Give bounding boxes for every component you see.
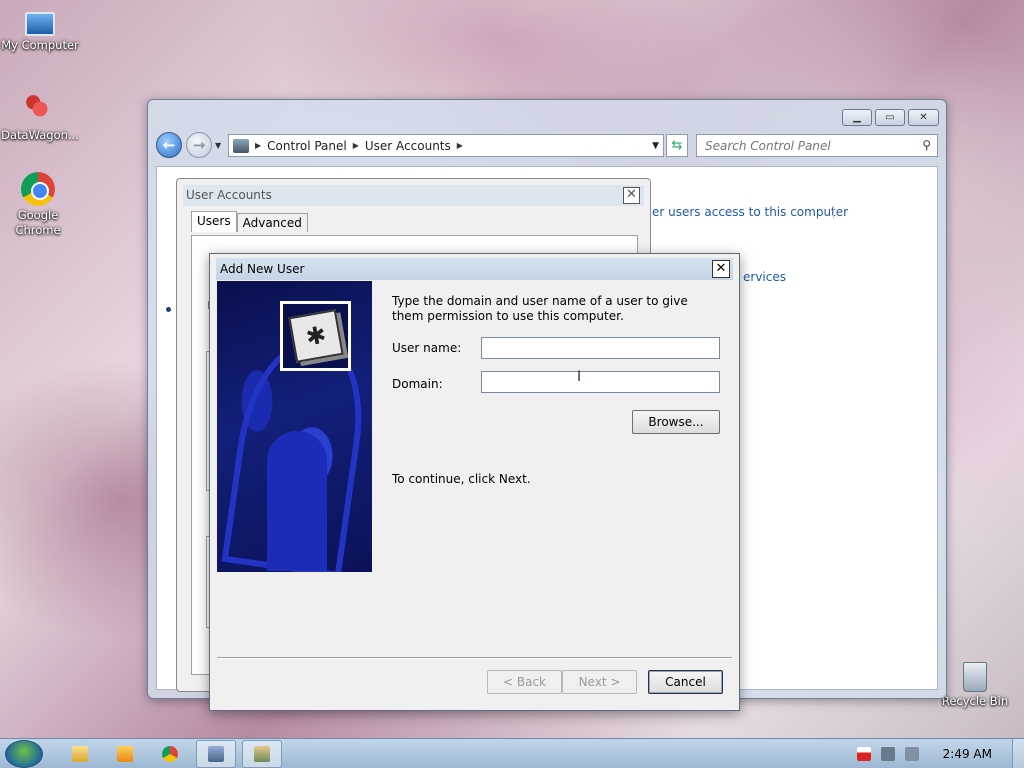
domain-field[interactable] (481, 371, 720, 393)
maximize-button[interactable]: ▭ (875, 109, 905, 126)
window-controls: ▁ ▭ ✕ (842, 109, 939, 126)
cancel-button[interactable]: Cancel (648, 670, 723, 694)
computer-icon (25, 12, 55, 36)
search-box[interactable]: ⚲ (696, 134, 938, 157)
datawagon-icon (23, 92, 57, 126)
wizard-banner: ✱ (217, 281, 372, 572)
media-player-icon (117, 746, 133, 762)
chevron-right-icon[interactable]: ▶ (353, 141, 359, 150)
dialog-titlebar: User Accounts ✕ (183, 185, 644, 206)
control-panel-icon (208, 746, 224, 762)
desktop-icon-datawagon[interactable]: DataWagon... (0, 92, 80, 143)
desktop-icon-google-chrome[interactable]: Google Chrome (0, 172, 78, 238)
user-accounts-icon (254, 746, 270, 762)
taskbar-explorer[interactable] (60, 740, 100, 768)
taskbar-user-accounts[interactable] (242, 740, 282, 768)
tab-bar: Users Advanced (191, 211, 308, 232)
next-button[interactable]: Next > (562, 670, 637, 694)
chrome-icon (162, 746, 178, 762)
browse-button[interactable]: Browse... (632, 410, 720, 434)
explorer-icon (72, 746, 88, 762)
divider (833, 205, 834, 219)
recent-pages-dropdown[interactable]: ▼ (215, 141, 221, 150)
show-desktop-button[interactable] (1012, 739, 1024, 768)
user-key-icon: ✱ (280, 301, 351, 371)
dialog-title: Add New User (220, 262, 305, 276)
domain-label: Domain: (392, 377, 443, 391)
search-icon[interactable]: ⚲ (922, 138, 931, 152)
tab-advanced[interactable]: Advanced (236, 213, 308, 232)
tab-users[interactable]: Users (191, 211, 237, 232)
username-label: User name: (392, 341, 462, 355)
username-field[interactable] (481, 337, 720, 359)
taskbar-chrome[interactable] (150, 740, 190, 768)
desktop-icon-recycle-bin[interactable]: Recycle Bin (935, 662, 1015, 709)
volume-icon[interactable] (904, 747, 919, 761)
dialog-titlebar: Add New User ✕ (216, 258, 733, 280)
desktop-icon-my-computer[interactable]: My Computer (0, 8, 80, 53)
control-panel-icon (233, 138, 249, 153)
continue-text: To continue, click Next. (392, 472, 531, 486)
keyboard-key-icon: ✱ (287, 309, 344, 363)
back-button[interactable]: < Back (487, 670, 562, 694)
navigation-bar: ← → ▼ ▶ Control Panel ▶ User Accounts ▶ … (156, 132, 938, 160)
chevron-right-icon[interactable]: ▶ (457, 141, 463, 150)
desktop-icon-label: Google Chrome (15, 208, 61, 237)
text-cursor-icon: I (577, 369, 582, 385)
bullet-dot (166, 307, 171, 312)
taskbar: 2:49 AM (0, 738, 1024, 768)
minimize-button[interactable]: ▁ (842, 109, 872, 126)
forward-button[interactable]: → (186, 132, 212, 158)
link-give-users-access[interactable]: er users access to this computer (652, 205, 848, 219)
refresh-button[interactable]: ⇆ (666, 134, 688, 157)
desktop-icon-label: DataWagon... (1, 128, 79, 142)
close-button[interactable]: ✕ (623, 187, 640, 204)
link-services[interactable]: ervices (743, 270, 786, 284)
desktop-icon-label: Recycle Bin (941, 694, 1009, 708)
back-button[interactable]: ← (156, 132, 182, 158)
recycle-bin-icon (963, 662, 987, 692)
chrome-icon (21, 172, 55, 206)
banner-graphic (267, 431, 327, 571)
taskbar-media-player[interactable] (105, 740, 145, 768)
breadcrumb-user-accounts[interactable]: User Accounts (365, 139, 451, 153)
network-icon[interactable] (880, 747, 895, 761)
clock[interactable]: 2:49 AM (943, 747, 992, 761)
taskbar-control-panel[interactable] (196, 740, 236, 768)
address-bar[interactable]: ▶ Control Panel ▶ User Accounts ▶ ▼ (228, 134, 664, 157)
desktop-icon-label: My Computer (1, 38, 79, 52)
system-tray: 2:49 AM (856, 739, 1012, 768)
action-center-icon[interactable] (856, 747, 871, 761)
search-input[interactable] (697, 135, 907, 156)
address-dropdown-icon[interactable]: ▼ (652, 141, 659, 151)
chevron-right-icon: ▶ (255, 141, 262, 150)
dialog-title: User Accounts (186, 188, 272, 202)
start-button[interactable] (5, 740, 43, 768)
close-button[interactable]: ✕ (908, 109, 939, 126)
close-button[interactable]: ✕ (712, 260, 730, 278)
add-new-user-dialog: Add New User ✕ ✱ Type the domain and use… (209, 253, 740, 711)
instructions-text: Type the domain and user name of a user … (392, 294, 688, 323)
divider (217, 657, 732, 659)
breadcrumb-control-panel[interactable]: Control Panel (267, 139, 347, 153)
